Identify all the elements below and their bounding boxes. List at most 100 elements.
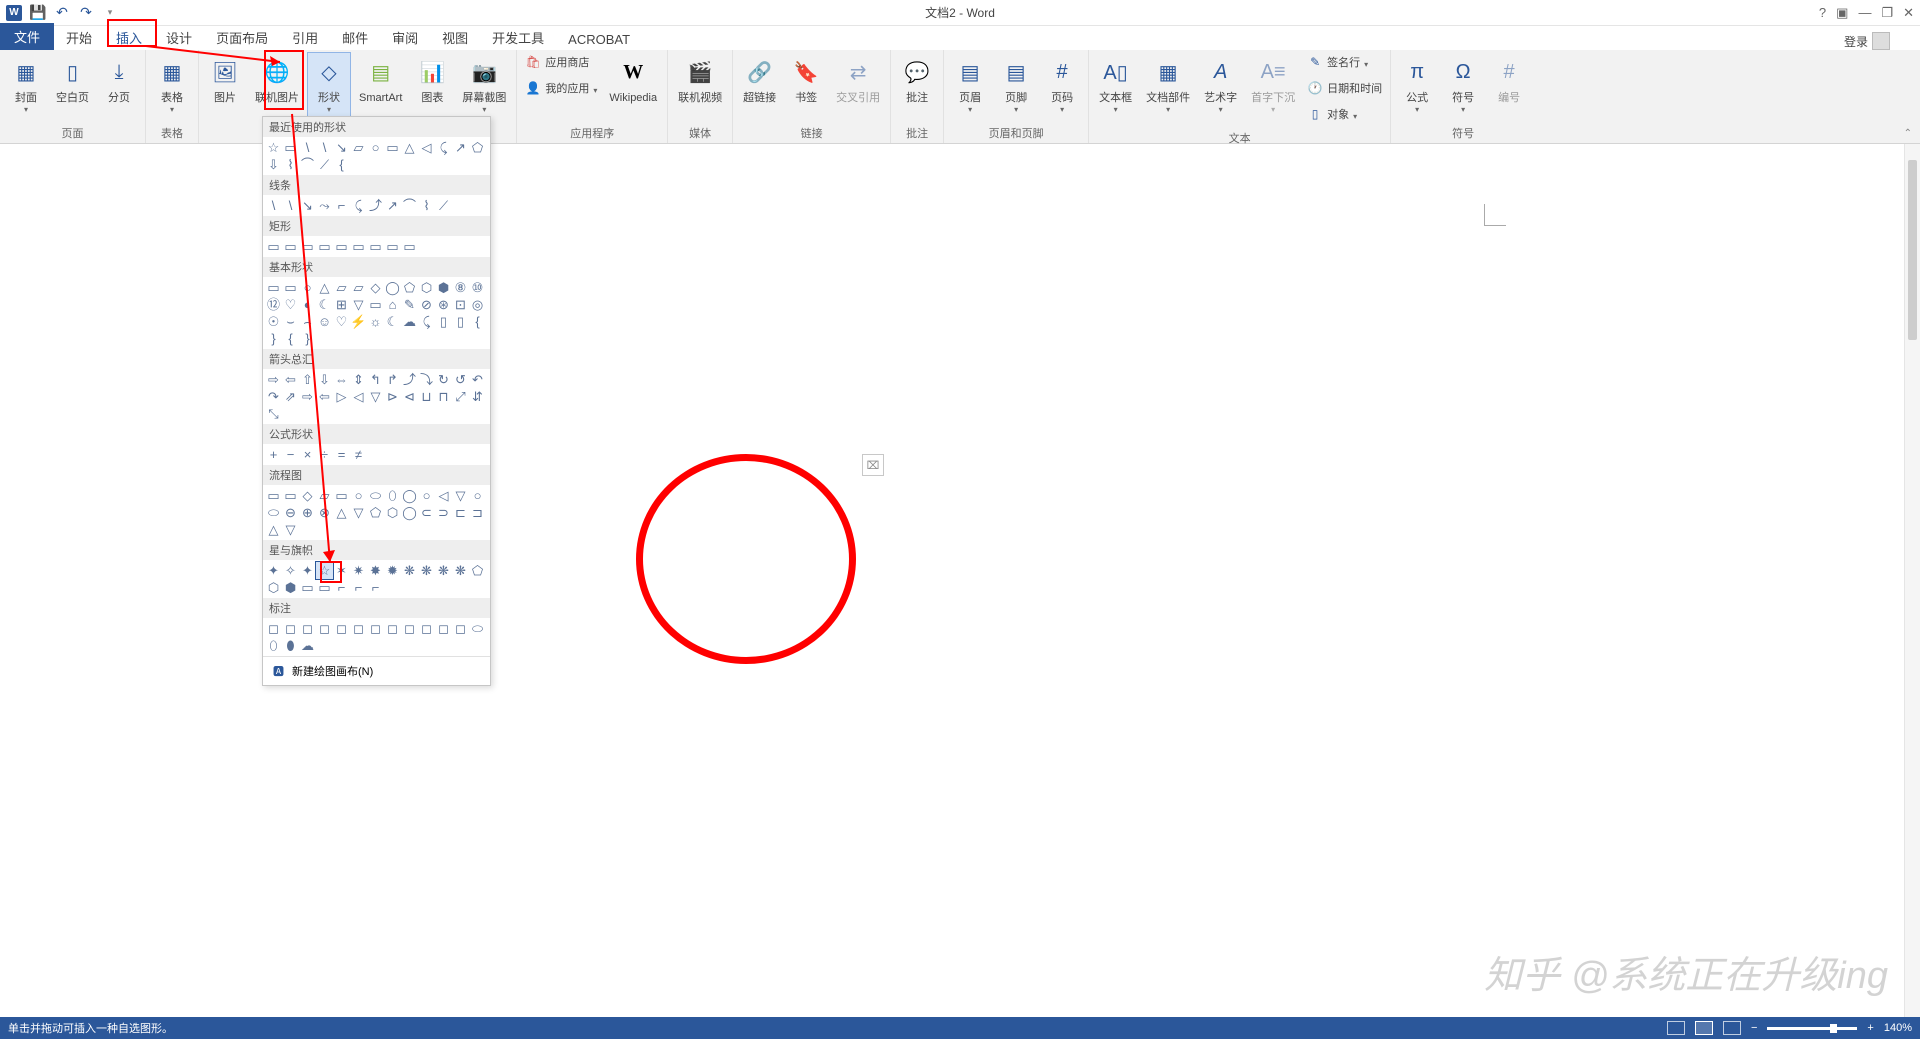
header-button[interactable]: ▤页眉 xyxy=(948,52,992,119)
shape-item[interactable]: ▭ xyxy=(265,279,282,296)
pictures-button[interactable]: 🖼图片 xyxy=(203,52,247,109)
shape-item[interactable]: ▭ xyxy=(401,238,418,255)
shape-item[interactable]: ⊏ xyxy=(452,504,469,521)
shape-item[interactable]: ⌐ xyxy=(333,197,350,214)
shape-item[interactable]: ☁ xyxy=(401,313,418,330)
dropcap-button[interactable]: A≡首字下沉 xyxy=(1245,52,1301,119)
shape-item[interactable]: ⌢ xyxy=(299,313,316,330)
shape-item[interactable]: ▽ xyxy=(367,388,384,405)
shape-item[interactable]: ⊓ xyxy=(435,388,452,405)
shape-item[interactable]: ⌐ xyxy=(350,579,367,596)
shape-item[interactable]: { xyxy=(333,156,350,173)
shape-item[interactable]: ○ xyxy=(469,487,486,504)
datetime-button[interactable]: 🕐日期和时间 xyxy=(1303,78,1386,102)
shape-item[interactable]: ⤵ xyxy=(418,371,435,388)
shape-item[interactable]: ▭ xyxy=(282,279,299,296)
shape-item[interactable]: ▭ xyxy=(333,238,350,255)
shape-item[interactable]: ⇕ xyxy=(350,371,367,388)
equation-button[interactable]: π公式 xyxy=(1395,52,1439,119)
pagenum-button[interactable]: #页码 xyxy=(1040,52,1084,119)
shape-item[interactable]: ❋ xyxy=(452,562,469,579)
shape-item[interactable]: ⊳ xyxy=(384,388,401,405)
shape-item[interactable]: ☼ xyxy=(367,313,384,330)
my-apps-button[interactable]: 👤我的应用▾ xyxy=(521,78,601,102)
tab-references[interactable]: 引用 xyxy=(280,25,330,50)
shape-item[interactable]: ⑫ xyxy=(265,296,282,313)
shape-item[interactable]: ▽ xyxy=(350,296,367,313)
tab-layout[interactable]: 页面布局 xyxy=(204,25,280,50)
shape-item[interactable]: ⤢ xyxy=(452,388,469,405)
shape-item[interactable]: ◻ xyxy=(350,620,367,637)
shape-item[interactable]: ▭ xyxy=(265,487,282,504)
shape-item[interactable]: ▭ xyxy=(316,238,333,255)
shape-item[interactable]: ⤹ xyxy=(435,139,452,156)
layout-options-button[interactable]: ⌧ xyxy=(862,454,884,476)
read-mode-icon[interactable] xyxy=(1667,1021,1685,1035)
shape-item[interactable]: ◇ xyxy=(299,487,316,504)
shape-item[interactable]: ○ xyxy=(367,139,384,156)
shape-item[interactable]: ☆ xyxy=(316,562,333,579)
shape-item[interactable]: ◁ xyxy=(435,487,452,504)
save-icon[interactable]: 💾 xyxy=(30,5,46,21)
shape-item[interactable]: ▽ xyxy=(452,487,469,504)
new-canvas-button[interactable]: 🅰 新建绘图画布(N) xyxy=(263,656,490,685)
shape-item[interactable]: ▷ xyxy=(333,388,350,405)
shape-item[interactable]: ◁ xyxy=(350,388,367,405)
tab-design[interactable]: 设计 xyxy=(154,25,204,50)
shape-item[interactable]: \ xyxy=(265,197,282,214)
shape-item[interactable]: ⊛ xyxy=(435,296,452,313)
shape-item[interactable]: ↰ xyxy=(367,371,384,388)
shape-item[interactable]: ⬡ xyxy=(418,279,435,296)
shape-item[interactable]: ◇ xyxy=(367,279,384,296)
shape-item[interactable]: ⬠ xyxy=(367,504,384,521)
shape-item[interactable]: ✦ xyxy=(299,562,316,579)
shape-item[interactable]: ↷ xyxy=(265,388,282,405)
shape-item[interactable]: ↺ xyxy=(452,371,469,388)
shape-item[interactable]: ◻ xyxy=(367,620,384,637)
shape-item[interactable]: ◯ xyxy=(384,279,401,296)
shape-item[interactable]: ⤳ xyxy=(316,197,333,214)
shape-item[interactable]: ▭ xyxy=(367,296,384,313)
shape-item[interactable]: ⌇ xyxy=(418,197,435,214)
shape-item[interactable]: ⇦ xyxy=(282,371,299,388)
shape-item[interactable]: ◯ xyxy=(401,487,418,504)
shape-item[interactable]: ☺ xyxy=(316,313,333,330)
shape-item[interactable]: ○ xyxy=(418,487,435,504)
web-layout-icon[interactable] xyxy=(1723,1021,1741,1035)
shape-item[interactable]: ♡ xyxy=(333,313,350,330)
blank-page-button[interactable]: ▯空白页 xyxy=(50,52,95,109)
shape-item[interactable]: ⇧ xyxy=(299,371,316,388)
shape-item[interactable]: ◻ xyxy=(265,620,282,637)
shape-item[interactable]: ▱ xyxy=(333,279,350,296)
shape-item[interactable]: ⬠ xyxy=(401,279,418,296)
shape-item[interactable]: ✶ xyxy=(333,562,350,579)
zoom-in-icon[interactable]: + xyxy=(1867,1022,1873,1034)
shape-item[interactable]: ☾ xyxy=(316,296,333,313)
shape-item[interactable]: ▭ xyxy=(333,487,350,504)
shape-item[interactable]: △ xyxy=(401,139,418,156)
shape-item[interactable]: ↻ xyxy=(435,371,452,388)
shape-item[interactable]: ⬯ xyxy=(384,487,401,504)
shape-item[interactable]: ☆ xyxy=(265,139,282,156)
shape-item[interactable]: ◎ xyxy=(469,296,486,313)
app-store-button[interactable]: 🛍应用商店 xyxy=(521,52,601,76)
minimize-icon[interactable]: — xyxy=(1858,5,1871,21)
tab-insert[interactable]: 插入 xyxy=(104,25,154,50)
shape-item[interactable]: ⊂ xyxy=(418,504,435,521)
shape-item[interactable]: ▭ xyxy=(299,579,316,596)
quickparts-button[interactable]: ▦文档部件 xyxy=(1140,52,1196,119)
shape-item[interactable]: ○ xyxy=(350,487,367,504)
shape-item[interactable]: ≠ xyxy=(350,446,367,463)
undo-icon[interactable]: ↶ xyxy=(54,5,70,21)
shape-item[interactable]: ↱ xyxy=(384,371,401,388)
shape-item[interactable]: ▽ xyxy=(350,504,367,521)
close-icon[interactable]: ✕ xyxy=(1903,5,1914,21)
shape-item[interactable]: △ xyxy=(333,504,350,521)
shape-item[interactable]: ⊃ xyxy=(435,504,452,521)
shape-item[interactable]: ⊡ xyxy=(452,296,469,313)
shape-item[interactable]: ↗ xyxy=(452,139,469,156)
shape-item[interactable]: ☾ xyxy=(384,313,401,330)
print-layout-icon[interactable] xyxy=(1695,1021,1713,1035)
shape-item[interactable]: ⟋ xyxy=(316,156,333,173)
shape-item[interactable]: △ xyxy=(316,279,333,296)
